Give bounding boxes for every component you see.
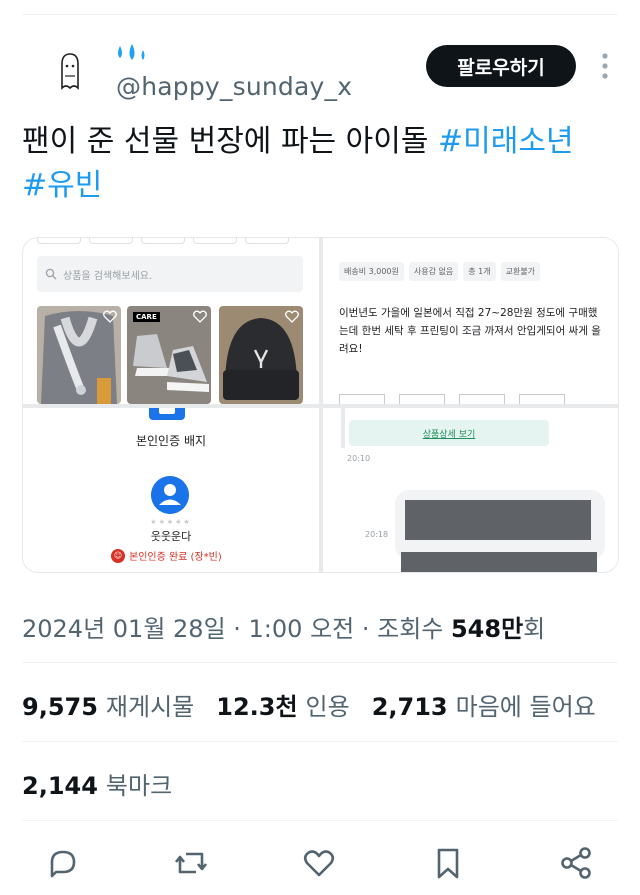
hashtag-link[interactable]: #미래소년 bbox=[438, 124, 574, 159]
chat-time: 20:18 bbox=[365, 530, 389, 539]
item-tabs bbox=[339, 394, 565, 404]
media-image-chat[interactable]: 상품상세 보기 20:10 20:18 bbox=[323, 408, 618, 572]
tweet-datetime[interactable]: 2024년 01월 28일 · 1:00 오전 · 조회수 bbox=[22, 615, 451, 643]
more-vertical-icon[interactable] bbox=[594, 50, 616, 82]
media-grid[interactable]: 상품을 검색해보세요. CARE 배송비 3,000원 사용감 없음 총 1개 … bbox=[22, 237, 619, 573]
product-thumb-beanie bbox=[219, 306, 303, 404]
product-thumb-sneakers: CARE bbox=[127, 306, 211, 404]
tweet-body: 팬이 준 선물 번장에 파는 아이돌 bbox=[22, 124, 439, 159]
chat-time: 20:10 bbox=[347, 454, 371, 463]
media-image-item-description[interactable]: 배송비 3,000원 사용감 없음 총 1개 교환불가 이번년도 가을에 일본에… bbox=[323, 238, 618, 404]
quote-stat[interactable]: 12.3천 인용 bbox=[216, 687, 349, 722]
like-label: 마음에 들어요 bbox=[455, 693, 596, 721]
quote-count: 12.3천 bbox=[216, 693, 298, 721]
like-count: 2,713 bbox=[371, 693, 448, 721]
search-icon bbox=[45, 268, 57, 280]
hashtag-link[interactable]: #유빈 bbox=[22, 168, 102, 203]
chat-image bbox=[405, 500, 591, 540]
action-bar bbox=[22, 842, 618, 886]
media-image-seller-badge[interactable]: 본인인증 배지 ★★★★★ 웃웃운다 ☺ 본인인증 완료 (장*빈) bbox=[23, 408, 319, 572]
ghost-doodle-icon[interactable] bbox=[50, 50, 90, 94]
divider bbox=[22, 741, 618, 742]
care-tag: CARE bbox=[133, 312, 160, 322]
author-handle[interactable]: @happy_sunday_x bbox=[116, 72, 352, 101]
verified-icon: ☺ bbox=[111, 548, 125, 563]
badge-icon bbox=[149, 408, 185, 420]
badge-title: 본인인증 배지 bbox=[135, 434, 207, 448]
seller-nickname: 웃웃운다 bbox=[150, 530, 192, 543]
chat-divider bbox=[341, 408, 345, 448]
heart-icon bbox=[285, 310, 299, 323]
quote-label: 인용 bbox=[305, 693, 350, 721]
follow-button[interactable]: 팔로우하기 bbox=[426, 45, 576, 87]
view-suffix: 회 bbox=[523, 615, 546, 643]
retweet-icon[interactable] bbox=[172, 844, 210, 882]
view-count: 548만 bbox=[450, 615, 524, 643]
rating-stars-icon: ★★★★★ bbox=[150, 518, 192, 526]
retweet-count: 9,575 bbox=[22, 693, 98, 721]
item-chip: 교환불가 bbox=[500, 262, 541, 281]
search-placeholder: 상품을 검색해보세요. bbox=[63, 270, 153, 282]
user-avatar-icon bbox=[151, 476, 189, 514]
product-thumb-shirt bbox=[37, 306, 121, 404]
water-drops-icon bbox=[118, 44, 145, 60]
share-icon[interactable] bbox=[557, 844, 595, 882]
bookmark-stat: 2,144 북마크 bbox=[22, 766, 172, 801]
detail-link: 상품상세 보기 bbox=[349, 420, 549, 446]
bookmark-count: 2,144 bbox=[22, 772, 98, 800]
divider bbox=[22, 662, 618, 663]
shop-search-box: 상품을 검색해보세요. bbox=[37, 256, 303, 292]
retweet-label: 재게시물 bbox=[105, 693, 195, 721]
reply-icon[interactable] bbox=[44, 844, 82, 882]
item-description: 이번년도 가을에 일본에서 직접 27~28만원 정도에 구매했는데 한번 세탁… bbox=[339, 307, 601, 355]
tweet-author: @happy_sunday_x 팔로우하기 bbox=[22, 42, 618, 106]
media-image-shop-listing[interactable]: 상품을 검색해보세요. CARE bbox=[23, 238, 319, 404]
verified-text: 본인인증 완료 (장*빈) bbox=[129, 552, 222, 563]
tweet-text: 팬이 준 선물 번장에 파는 아이돌 #미래소년 #유빈 bbox=[22, 120, 622, 208]
heart-icon bbox=[103, 310, 117, 323]
like-stat[interactable]: 2,713 마음에 들어요 bbox=[372, 687, 596, 722]
like-icon[interactable] bbox=[300, 844, 338, 882]
divider bbox=[22, 820, 618, 821]
verified-label: ☺ 본인인증 완료 (장*빈) bbox=[111, 548, 222, 563]
bookmark-icon[interactable] bbox=[429, 844, 467, 882]
item-chip: 총 1개 bbox=[463, 262, 496, 281]
heart-icon bbox=[193, 310, 207, 323]
retweet-stat[interactable]: 9,575 재게시물 bbox=[22, 687, 194, 722]
top-divider bbox=[22, 14, 618, 15]
shop-tabs bbox=[37, 238, 289, 244]
item-chip: 배송비 3,000원 bbox=[339, 262, 404, 281]
engagement-stats: 9,575 재게시물 12.3천 인용 2,713 마음에 들어요 bbox=[22, 687, 596, 722]
item-chip: 사용감 없음 bbox=[408, 262, 459, 281]
bookmark-label: 북마크 bbox=[105, 772, 173, 800]
chat-image bbox=[401, 552, 597, 572]
item-chips: 배송비 3,000원 사용감 없음 총 1개 교환불가 bbox=[339, 262, 541, 281]
tweet-meta: 2024년 01월 28일 · 1:00 오전 · 조회수 548만회 bbox=[22, 609, 545, 644]
